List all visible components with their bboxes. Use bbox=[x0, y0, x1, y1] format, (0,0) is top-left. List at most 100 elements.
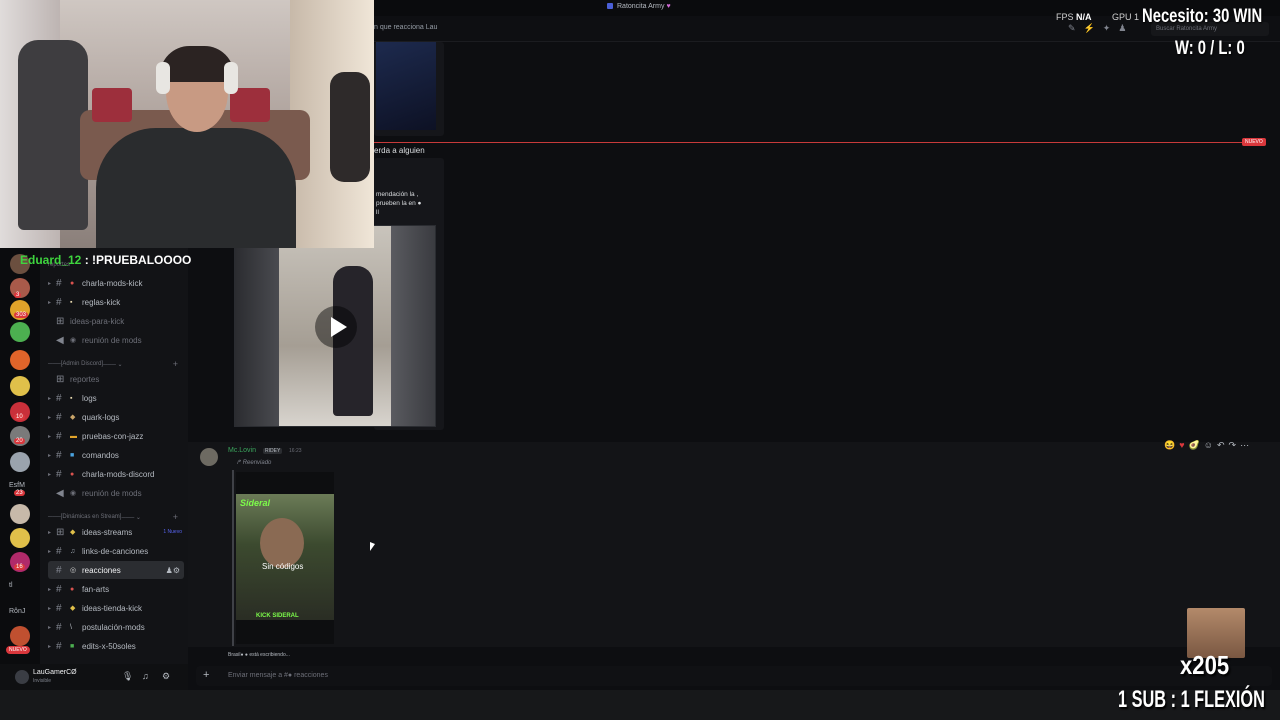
microphone-icon[interactable]: 🎙 bbox=[122, 671, 133, 682]
thumbnail-title: Sideral bbox=[240, 498, 271, 508]
sidebar-item-ideas-tienda-kick[interactable]: ▸ # ◆ ideas-tienda-kick bbox=[48, 599, 184, 617]
sidebar-item-links-de-canciones[interactable]: ▸ # ♫ links-de-canciones bbox=[48, 542, 184, 560]
members-icon[interactable]: ♟ bbox=[1118, 23, 1134, 33]
more-icon[interactable]: ⋯ bbox=[1240, 440, 1253, 450]
forward-bar bbox=[232, 470, 234, 646]
sidebar-item-postulacion-mods[interactable]: ▸ # \ postulación-mods bbox=[48, 618, 184, 636]
reaction-emoji-icon[interactable]: 🥑 bbox=[1189, 440, 1204, 450]
video-attachment[interactable] bbox=[234, 225, 436, 427]
message-actions[interactable]: 😆♥🥑☺↶↷⋯ bbox=[1164, 440, 1253, 451]
sidebar-item-quark-logs[interactable]: ▸ # ◆ quark-logs bbox=[48, 408, 184, 426]
channel-label: pruebas-con-jazz bbox=[82, 431, 144, 441]
sidebar-item-reunion-de-mods[interactable]: ◀ ◉ reunión de mods bbox=[48, 331, 184, 349]
server-icon[interactable] bbox=[10, 504, 30, 524]
header-toolbar[interactable]: ✎⚡✦♟ bbox=[1068, 23, 1134, 34]
heart-icon[interactable]: ♥ bbox=[1179, 440, 1188, 450]
channel-emoji: ▪ bbox=[70, 298, 73, 306]
channel-settings-icon[interactable]: ♟⚙ bbox=[166, 566, 180, 575]
expand-arrow-icon: ▸ bbox=[48, 395, 52, 402]
sidebar-item-ideas-para-kick[interactable]: ⊞ ideas-para-kick bbox=[48, 312, 184, 330]
channel-label: ideas-streams bbox=[82, 527, 133, 537]
user-name[interactable]: LauGamerCØ bbox=[33, 669, 77, 676]
add-channel-icon[interactable]: + bbox=[173, 512, 178, 522]
expand-arrow-icon: ▸ bbox=[48, 624, 52, 631]
hash-icon: # bbox=[56, 449, 62, 461]
gear-icon[interactable]: ⚙ bbox=[162, 671, 170, 682]
embed-card[interactable] bbox=[374, 42, 444, 136]
channel-emoji: ■ bbox=[70, 451, 75, 459]
hash-icon: # bbox=[56, 392, 62, 404]
forwarded-text: Reenviado bbox=[242, 460, 272, 466]
taskbar-strip bbox=[0, 690, 1280, 720]
server-icon[interactable] bbox=[10, 452, 30, 472]
server-label[interactable]: tl bbox=[9, 582, 13, 589]
server-icon[interactable] bbox=[10, 626, 30, 646]
forwarded-label: ↱ Reenviado bbox=[236, 459, 271, 466]
server-icon[interactable] bbox=[10, 376, 30, 396]
avatar[interactable] bbox=[200, 448, 218, 466]
chat-separator: : bbox=[84, 253, 89, 267]
server-label[interactable]: RônJ bbox=[9, 608, 25, 615]
quoted-text: mendación la , prueben la en ● ll bbox=[376, 191, 422, 216]
sidebar-item-charla-mods-kick[interactable]: ▸ # ● charla-mods-kick bbox=[48, 274, 184, 292]
sidebar-item-reunion-de-mods-2[interactable]: ◀ ◉ reunión de mods bbox=[48, 484, 184, 502]
server-flag-icon bbox=[607, 3, 613, 10]
new-servers-badge: NUEVO bbox=[6, 646, 30, 654]
sidebar-item-edits-x-50soles[interactable]: ▸ # ■ edits-x-50soles bbox=[48, 637, 184, 655]
sidebar-item-reglas-kick[interactable]: ▸ # ▪ reglas-kick bbox=[48, 293, 184, 311]
embed-thumbnail[interactable] bbox=[376, 42, 436, 130]
channel-label: charla-mods-kick bbox=[82, 278, 143, 288]
headphones-icon[interactable]: ♫ bbox=[142, 671, 149, 681]
sidebar-item-charla-mods-discord[interactable]: ▸ # ● charla-mods-discord bbox=[48, 465, 184, 483]
fps-readout: FPS N/A bbox=[1056, 12, 1092, 22]
sidebar-item-reacciones[interactable]: # ◎ reacciones ♟⚙ bbox=[48, 561, 184, 579]
expand-arrow-icon: ▸ bbox=[48, 529, 52, 536]
pin-icon[interactable]: ✦ bbox=[1103, 23, 1119, 33]
forward-icon[interactable]: ↷ bbox=[1229, 440, 1241, 450]
reaction-emoji-icon[interactable]: 😆 bbox=[1164, 440, 1179, 450]
add-attachment-icon[interactable]: + bbox=[203, 669, 209, 681]
play-icon[interactable] bbox=[315, 306, 357, 348]
channel-label: reunión de mods bbox=[82, 488, 142, 498]
sidebar-item-logs[interactable]: ▸ # ▪ logs bbox=[48, 389, 184, 407]
sidebar-item-fan-arts[interactable]: ▸ # ● fan-arts bbox=[48, 580, 184, 598]
channel-emoji: ■ bbox=[70, 642, 75, 650]
new-messages-divider bbox=[374, 142, 1264, 143]
add-channel-icon[interactable]: + bbox=[173, 359, 178, 369]
channel-emoji: ◆ bbox=[70, 605, 76, 612]
server-label[interactable]: EsfM bbox=[9, 482, 25, 489]
sidebar-item-reportes[interactable]: ⊞ reportes bbox=[48, 370, 184, 388]
video-blur-left bbox=[235, 226, 279, 426]
channel-label: comandos bbox=[82, 450, 119, 460]
hash-icon: # bbox=[56, 277, 62, 289]
webcam-person-body bbox=[96, 128, 296, 248]
sidebar-item-comandos[interactable]: ▸ # ■ comandos bbox=[48, 446, 184, 464]
avatar[interactable] bbox=[15, 670, 29, 684]
server-icon[interactable] bbox=[10, 350, 30, 370]
threads-icon[interactable]: ✎ bbox=[1068, 23, 1084, 33]
sub-rule-text: 1 SUB : 1 FLEXIÓN bbox=[1118, 686, 1265, 713]
channel-label: postulación-mods bbox=[82, 622, 145, 632]
sidebar-item-ideas-streams[interactable]: ▸ ⊞ ◆ ideas-streams 1 Nuevo bbox=[48, 523, 184, 541]
category-dinamicas-en-stream[interactable]: ─── [Dinámicas en Stream] ─── ⌄ + bbox=[48, 510, 184, 524]
speaker-icon: ◀ bbox=[56, 334, 64, 346]
message-input[interactable]: Enviar mensaje a #● reacciones bbox=[228, 672, 328, 679]
add-reaction-icon[interactable]: ☺ bbox=[1204, 440, 1217, 450]
server-icon[interactable] bbox=[10, 322, 30, 342]
server-icon[interactable] bbox=[10, 528, 30, 548]
channel-label: fan-arts bbox=[82, 584, 110, 594]
heart-icon: ♥ bbox=[666, 3, 671, 10]
sidebar-item-pruebas-con-jazz[interactable]: ▸ # ▬ pruebas-con-jazz bbox=[48, 427, 184, 445]
hash-icon: # bbox=[56, 296, 62, 308]
reply-snippet[interactable]: erda a alguien bbox=[374, 146, 425, 155]
expand-arrow-icon: ▸ bbox=[48, 414, 52, 421]
expand-arrow-icon: ▸ bbox=[48, 586, 52, 593]
category-admin-discord[interactable]: ─── [Admin Discord] ─── ⌄ + bbox=[48, 357, 184, 371]
message-timestamp: 16:23 bbox=[289, 448, 302, 454]
webcam-overlay bbox=[0, 0, 374, 248]
message-author[interactable]: Mc.Lovin bbox=[228, 447, 256, 454]
message-composer[interactable]: + Enviar mensaje a #● reacciones bbox=[196, 666, 1272, 686]
mute-icon[interactable]: ⚡ bbox=[1084, 23, 1103, 33]
reply-icon[interactable]: ↶ bbox=[1217, 440, 1229, 450]
forum-icon: ⊞ bbox=[56, 373, 65, 385]
